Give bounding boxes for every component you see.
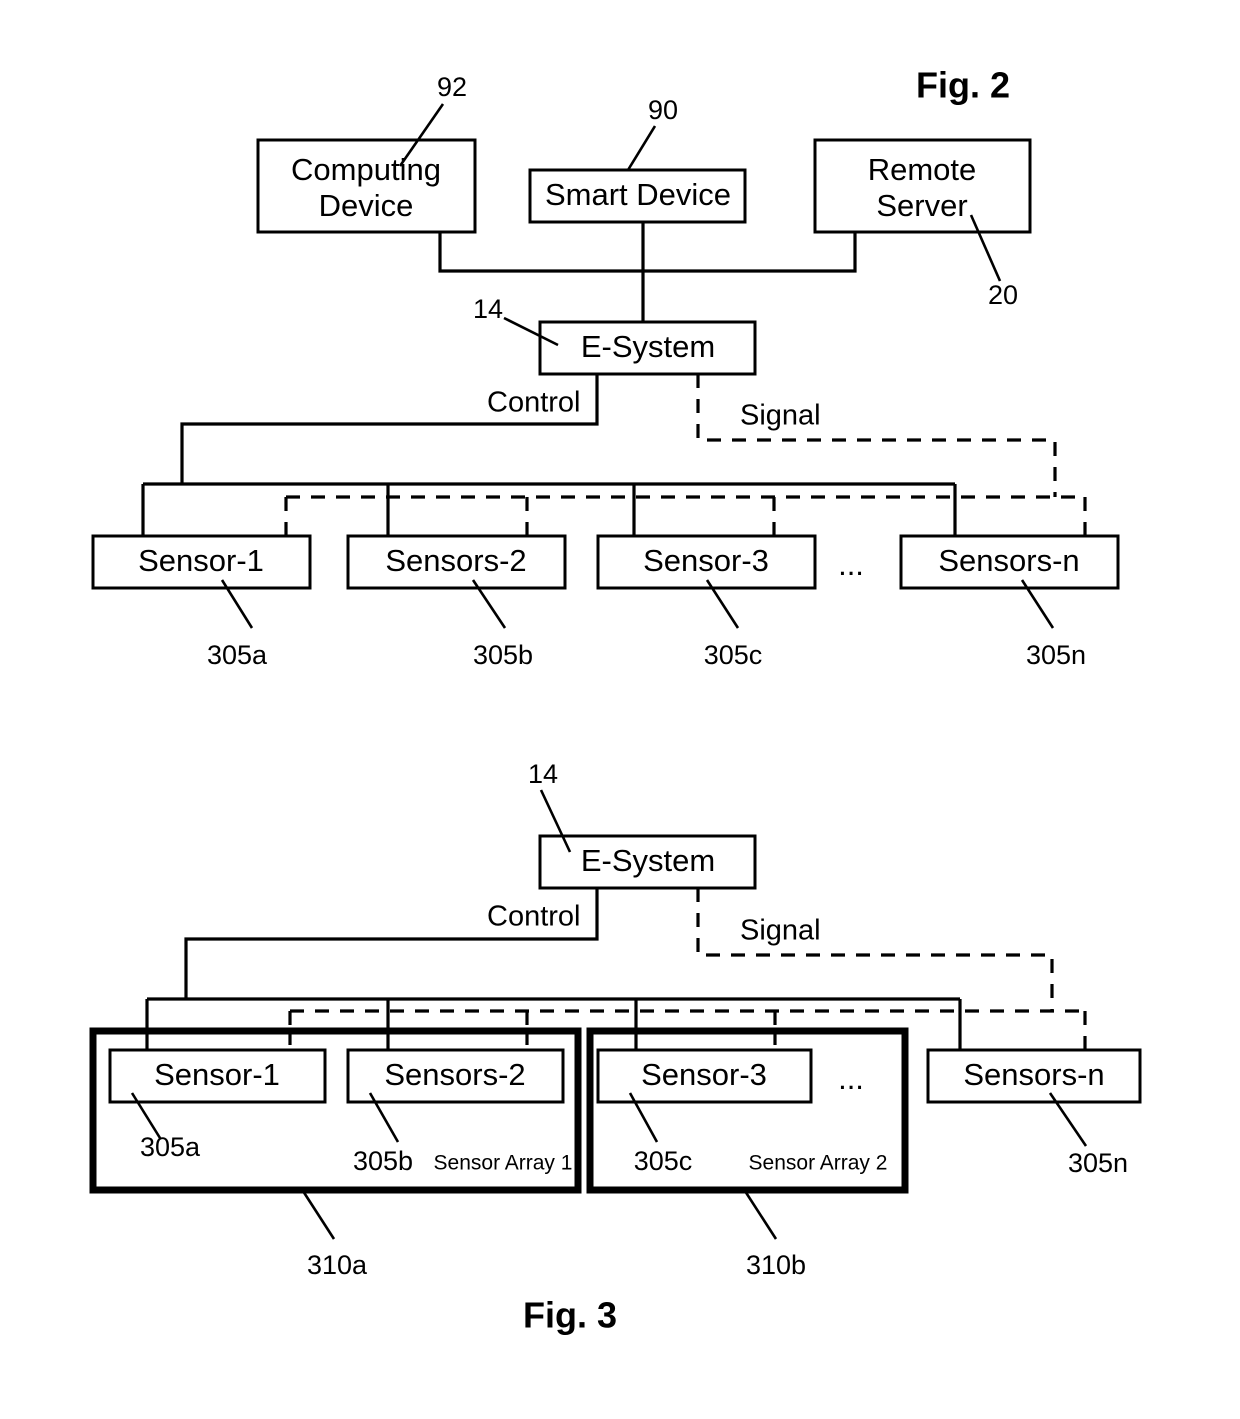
reference-numeral-305b-fig3: 305b: [353, 1146, 413, 1176]
control-label-fig3: Control: [487, 901, 581, 933]
figure-2-group: Fig. 2 Computing Device 92 Smart Device …: [91, 65, 1120, 670]
esystem-label-fig3: E-System: [581, 843, 715, 878]
reference-numeral-305a-fig3: 305a: [140, 1132, 201, 1162]
reference-numeral-92: 92: [437, 72, 467, 102]
sensor-array-2-label: Sensor Array 2: [749, 1152, 888, 1175]
reference-numeral-305b-fig2: 305b: [473, 640, 533, 670]
reference-numeral-14-fig3: 14: [528, 759, 558, 789]
patent-figure-sheet: Fig. 2 Computing Device 92 Smart Device …: [0, 0, 1240, 1419]
signal-bus-fig3: [696, 888, 1054, 1011]
leader-line-310b: [743, 1190, 778, 1240]
reference-numeral-14-fig2: 14: [473, 294, 503, 324]
figure-3-title: Fig. 3: [523, 1295, 617, 1336]
top-bus-connector: [438, 232, 857, 273]
signal-label-fig2: Signal: [740, 400, 821, 432]
sensor-1-label-fig2: Sensor-1: [138, 543, 264, 578]
reference-numeral-305c-fig3: 305c: [634, 1146, 693, 1176]
reference-numeral-310a: 310a: [307, 1250, 368, 1280]
sensor-n-label-fig2: Sensors-n: [938, 543, 1079, 578]
reference-numeral-20: 20: [988, 280, 1018, 310]
sensor-ellipsis-fig3: ...: [838, 1061, 864, 1096]
sensor-1-label-fig3: Sensor-1: [154, 1057, 280, 1092]
figure-3-group: E-System 14 Control Signal Sensor Array …: [89, 759, 1142, 1336]
reference-numeral-305c-fig2: 305c: [704, 640, 763, 670]
reference-numeral-305a-fig2: 305a: [207, 640, 268, 670]
reference-numeral-90: 90: [648, 95, 678, 125]
computing-device-label-line2: Device: [319, 188, 414, 223]
remote-server-label-line2: Server: [876, 188, 967, 223]
sensor-3-label-fig2: Sensor-3: [643, 543, 769, 578]
reference-numeral-305n-fig3: 305n: [1068, 1148, 1128, 1178]
sensor-n-label-fig3: Sensors-n: [963, 1057, 1104, 1092]
reference-numeral-310b: 310b: [746, 1250, 806, 1280]
control-label-fig2: Control: [487, 387, 581, 419]
sensor-2-label-fig2: Sensors-2: [385, 543, 526, 578]
signal-bus-fig2: [696, 374, 1057, 497]
smart-device-label: Smart Device: [545, 177, 731, 212]
remote-server-label-line1: Remote: [868, 152, 977, 187]
leader-line-90: [626, 125, 657, 171]
computing-device-label-line1: Computing: [291, 152, 441, 187]
reference-numeral-305n-fig2: 305n: [1026, 640, 1086, 670]
leader-line-310a: [301, 1190, 336, 1240]
figure-2-title: Fig. 2: [916, 65, 1010, 106]
sensor-2-label-fig3: Sensors-2: [384, 1057, 525, 1092]
esystem-label-fig2: E-System: [581, 329, 715, 364]
signal-label-fig3: Signal: [740, 915, 821, 947]
sensor-array-1-label: Sensor Array 1: [434, 1152, 573, 1175]
sensor-ellipsis-fig2: ...: [838, 547, 864, 582]
sensor-3-label-fig3: Sensor-3: [641, 1057, 767, 1092]
